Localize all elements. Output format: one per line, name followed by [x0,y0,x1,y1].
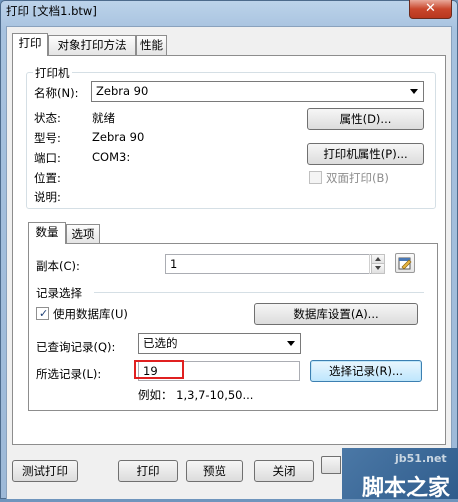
printer-port-value: COM3: [92,150,131,164]
printer-name-label: 名称(N): [34,86,79,100]
checkmark-icon: ✓ [39,307,49,320]
printer-group-title: 打印机 [33,65,72,81]
printer-status-label: 状态: [34,111,61,125]
help-button-partial[interactable] [321,456,341,474]
tab-options[interactable]: 选项 [66,224,100,243]
copies-input[interactable]: 1 [165,254,384,274]
printer-port-label: 端口: [34,151,61,165]
printer-model-value: Zebra 90 [92,130,145,144]
use-database-label: 使用数据库(U) [53,307,128,321]
database-settings-button[interactable]: 数据库设置(A)... [254,303,418,325]
edit-settings-icon [398,257,412,270]
printer-comment-label: 说明: [34,190,61,204]
tab-performance[interactable]: 性能 [136,35,167,55]
copies-options-button[interactable] [395,253,415,273]
copies-label: 副本(C): [36,259,80,273]
arrow-up-icon [375,257,381,261]
selected-records-label: 所选记录(L): [36,367,102,381]
arrow-down-icon [375,266,381,270]
window-close-button[interactable]: ✕ [409,0,452,19]
watermark-brand: 脚本之家 [362,476,451,501]
properties-button[interactable]: 属性(D)... [307,108,424,130]
preview-button[interactable]: 预览 [186,460,243,482]
window-title: 打印 [文档1.btw] [6,4,97,18]
example-hint: 例如： 1,3,7-10,50... [138,388,254,402]
record-selection-title: 记录选择 [36,285,82,301]
queried-records-value: 已选的 [143,336,178,350]
duplex-checkbox[interactable] [309,171,322,184]
printer-name-combobox[interactable]: Zebra 90 [91,81,424,102]
copies-spinner[interactable] [369,254,385,274]
close-button[interactable]: 关闭 [254,460,314,482]
print-button[interactable]: 打印 [118,460,178,482]
queried-records-label: 已查询记录(Q): [36,340,116,354]
use-database-checkbox[interactable]: ✓ [36,307,49,320]
close-icon: ✕ [425,1,436,16]
queried-records-combobox[interactable]: 已选的 [138,333,301,354]
duplex-label: 双面打印(B) [326,171,389,185]
chevron-down-icon [410,89,418,94]
printer-status-value: 就绪 [92,111,115,125]
tab-quantity[interactable]: 数量 [28,222,66,244]
printer-model-label: 型号: [34,131,61,145]
chevron-down-icon [287,341,295,346]
select-records-button[interactable]: 选择记录(R)... [310,360,422,382]
printer-location-label: 位置: [34,171,61,185]
printer-properties-button[interactable]: 打印机属性(P)... [307,143,424,165]
record-selection-separator [94,292,424,293]
tab-object-print-method[interactable]: 对象打印方法 [48,35,136,55]
highlight-annotation [134,360,184,379]
test-print-button[interactable]: 测试打印 [12,460,78,482]
watermark-site: jb51.net [395,452,447,465]
spin-down-button[interactable] [371,263,385,274]
printer-name-value: Zebra 90 [96,84,149,98]
tab-print[interactable]: 打印 [12,33,48,56]
